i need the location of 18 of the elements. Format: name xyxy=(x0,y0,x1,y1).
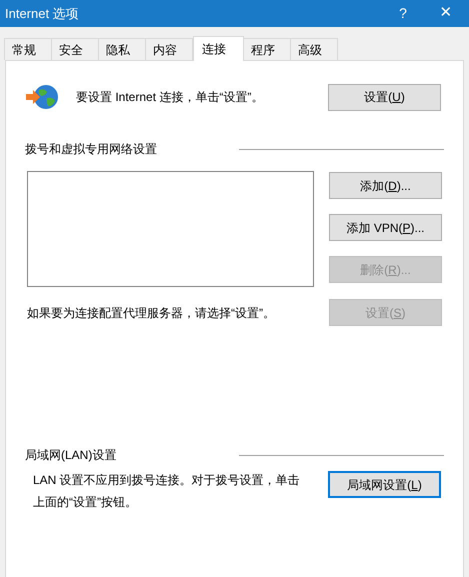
tab[interactable]: 高级 xyxy=(290,38,338,60)
connection-list[interactable] xyxy=(27,171,314,287)
proxy-text: 如果要为连接配置代理服务器，请选择“设置”。 xyxy=(27,304,275,322)
tab[interactable]: 内容 xyxy=(145,38,193,60)
tab[interactable]: 连接 xyxy=(193,36,244,61)
lan-settings-button[interactable]: 局域网设置(L) xyxy=(328,471,441,498)
setup-button[interactable]: 设置(U) xyxy=(328,84,441,110)
window-title: Internet 选项 xyxy=(4,4,79,23)
dialup-button[interactable]: 添加(D)... xyxy=(329,172,442,199)
close-button[interactable]: ✕ xyxy=(423,2,469,25)
tab[interactable]: 常规 xyxy=(4,38,52,60)
section-heading: 局域网(LAN)设置 xyxy=(25,447,116,464)
setup-text: 要设置 Internet 连接，单击“设置”。 xyxy=(76,89,264,106)
help-button[interactable]: ? xyxy=(383,3,423,24)
globe-icon xyxy=(25,84,59,110)
lan-description: LAN 设置不应用到拨号连接。对于拨号设置，单击上面的“设置”按钮。 xyxy=(33,472,301,511)
dialup-button[interactable]: 添加 VPN(P)... xyxy=(329,214,442,241)
section-heading: 拨号和虚拟专用网络设置 xyxy=(25,141,157,158)
